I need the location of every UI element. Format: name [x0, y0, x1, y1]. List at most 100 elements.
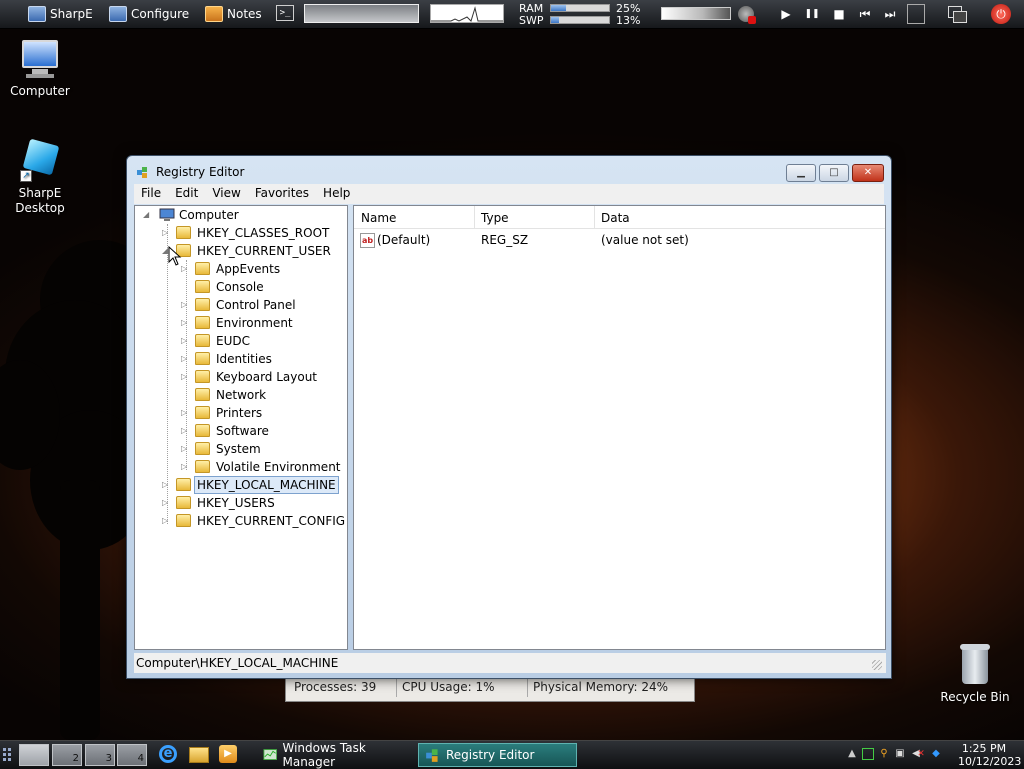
cpu-graph — [430, 4, 504, 23]
internet-explorer-icon[interactable]: e — [159, 745, 179, 765]
value-name: (Default) — [377, 233, 431, 247]
tray-network-icon[interactable]: ▣ — [894, 748, 906, 760]
start-grip-icon[interactable] — [3, 748, 13, 762]
column-header-type[interactable]: Type — [481, 211, 509, 225]
configure-button[interactable]: Configure — [109, 4, 189, 24]
next-track-icon[interactable]: ⏭ — [881, 5, 899, 23]
tree-node-label: Environment — [216, 316, 293, 330]
folder-icon — [176, 514, 191, 527]
value-row[interactable]: ab (Default) REG_SZ (value not set) — [354, 231, 885, 249]
tray-search-icon[interactable]: ⚲ — [878, 748, 890, 760]
tree-node-label: Volatile Environment — [216, 460, 341, 474]
values-list[interactable]: Name Type Data ab (Default) REG_SZ (valu… — [353, 205, 886, 650]
expand-triangle-icon[interactable]: ▷ — [162, 476, 170, 494]
task-registry-editor[interactable]: Registry Editor — [418, 743, 577, 767]
registry-editor-window[interactable]: Registry Editor ▁ □ ✕ File Edit View Fav… — [126, 155, 892, 679]
tree-node-label: Control Panel — [216, 298, 296, 312]
menu-help[interactable]: Help — [316, 184, 357, 204]
task-label: Registry Editor — [446, 748, 535, 762]
computer-icon — [18, 40, 62, 80]
menu-view[interactable]: View — [205, 184, 247, 204]
tray-green-icon[interactable] — [862, 748, 874, 760]
virtual-desktop-4[interactable]: 4 — [117, 744, 147, 766]
expand-triangle-icon[interactable]: ▷ — [181, 332, 189, 350]
tree-node-label: EUDC — [216, 334, 250, 348]
task-windows-task-manager[interactable]: Windows Task Manager — [257, 741, 415, 769]
virtual-desktop-2[interactable]: 2 — [52, 744, 82, 766]
expand-triangle-icon[interactable]: ▷ — [181, 296, 189, 314]
expand-triangle-icon[interactable]: ▷ — [181, 458, 189, 476]
tree-node-label: Printers — [216, 406, 263, 420]
column-header-data[interactable]: Data — [601, 211, 630, 225]
clock[interactable]: 1:25 PM 10/12/2023 — [958, 742, 1021, 768]
speaker-muted-icon[interactable] — [738, 6, 756, 24]
previous-track-icon[interactable]: ⏮ — [856, 5, 874, 23]
string-value-icon: ab — [360, 233, 375, 248]
volume-slider[interactable] — [661, 7, 731, 20]
media-player-icon[interactable]: ▶ — [219, 745, 239, 765]
tray-bluetooth-icon[interactable]: ◆ — [930, 748, 942, 760]
virtual-desktop-1[interactable] — [19, 744, 49, 766]
tree-node-label: Console — [216, 280, 264, 294]
menu-favorites[interactable]: Favorites — [248, 184, 316, 204]
tree-node-label-selected: HKEY_LOCAL_MACHINE — [194, 476, 339, 494]
resize-grip[interactable] — [872, 660, 882, 670]
pause-icon[interactable]: ❚❚ — [803, 5, 821, 23]
tree-node-label: Identities — [216, 352, 272, 366]
ram-meter-fill — [551, 5, 566, 11]
folder-icon — [176, 226, 191, 239]
sharpe-menu-button[interactable]: SharpE — [28, 4, 93, 24]
tree-node-label: HKEY_CURRENT_USER — [197, 244, 331, 258]
desktop-sharpe-icon[interactable]: ↗ SharpE Desktop — [0, 138, 80, 216]
collapse-triangle-icon[interactable]: ◢ — [143, 206, 151, 224]
expand-triangle-icon[interactable]: ▷ — [162, 224, 170, 242]
tray-expand-icon[interactable]: ▲ — [846, 748, 858, 760]
power-icon[interactable]: ⏻ — [991, 4, 1011, 24]
recycle-bin-icon — [958, 642, 992, 686]
folder-icon — [195, 262, 210, 275]
expand-triangle-icon[interactable]: ▷ — [181, 404, 189, 422]
monitor-icon — [109, 6, 127, 22]
expand-triangle-icon[interactable]: ▷ — [181, 422, 189, 440]
close-button[interactable]: ✕ — [852, 164, 884, 182]
ram-label: RAM — [519, 2, 544, 15]
menu-file[interactable]: File — [134, 184, 168, 204]
folder-icon — [195, 280, 210, 293]
expand-triangle-icon[interactable]: ▷ — [181, 368, 189, 386]
expand-triangle-icon[interactable]: ▷ — [181, 350, 189, 368]
virtual-desktop-3[interactable]: 3 — [85, 744, 115, 766]
clock-time: 1:25 PM — [961, 742, 1007, 755]
desktop-recycle-bin-icon[interactable]: Recycle Bin — [935, 642, 1015, 704]
folder-icon — [195, 406, 210, 419]
registry-tree[interactable]: ◢ Computer ▷ HKEY_CLASSES_ROOT ◢ HKEY_CU… — [134, 205, 348, 650]
expand-triangle-icon[interactable]: ▷ — [162, 512, 170, 530]
title-bar[interactable]: Registry Editor ▁ □ ✕ — [127, 156, 891, 184]
folder-icon — [195, 316, 210, 329]
column-header-name[interactable]: Name — [361, 211, 396, 225]
tree-node-label: Software — [216, 424, 269, 438]
minimize-button[interactable]: ▁ — [786, 164, 816, 182]
maximize-button[interactable]: □ — [819, 164, 849, 182]
swp-value: 13% — [616, 14, 641, 27]
status-bar: Computer\HKEY_LOCAL_MACHINE — [134, 653, 886, 673]
expand-triangle-icon[interactable]: ▷ — [181, 440, 189, 458]
terminal-icon[interactable]: >_ — [276, 5, 294, 21]
play-icon[interactable]: ▶ — [777, 5, 795, 23]
expand-triangle-icon[interactable]: ▷ — [162, 494, 170, 512]
expand-triangle-icon[interactable]: ▷ — [181, 260, 189, 278]
menu-edit[interactable]: Edit — [168, 184, 205, 204]
explorer-folder-icon[interactable] — [189, 745, 209, 765]
desktop-computer-icon[interactable]: Computer — [0, 40, 80, 98]
command-input[interactable] — [304, 4, 419, 23]
notes-button[interactable]: Notes — [205, 4, 262, 24]
expand-triangle-icon[interactable]: ▷ — [181, 314, 189, 332]
stop-icon[interactable]: ■ — [830, 5, 848, 23]
processes-count: Processes: 39 — [294, 680, 377, 694]
tree-node-label: HKEY_USERS — [197, 496, 275, 510]
folder-icon — [195, 388, 210, 401]
configure-label: Configure — [131, 7, 190, 21]
windows-switcher-icon[interactable] — [948, 6, 967, 23]
media-player-icon[interactable] — [907, 4, 925, 24]
sharpe-menu-label: SharpE — [50, 7, 93, 21]
notes-icon — [205, 6, 223, 22]
